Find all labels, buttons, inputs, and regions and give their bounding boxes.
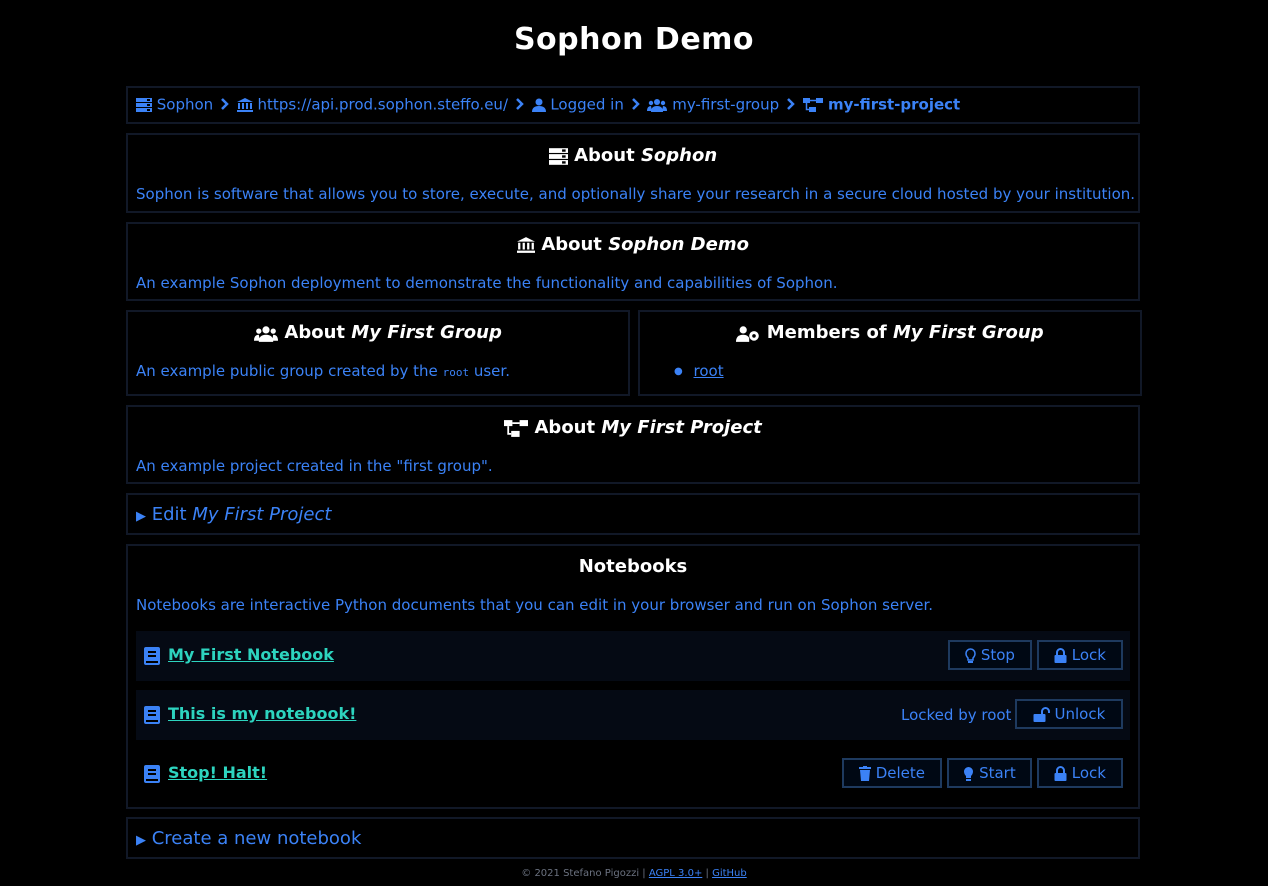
about-group-panel: About My First Group An example public g… <box>126 310 630 396</box>
server-icon <box>136 97 152 112</box>
delete-button[interactable]: Delete <box>842 758 942 788</box>
edit-project-label: ▶ Edit My First Project <box>136 504 332 525</box>
trash-icon <box>858 766 871 781</box>
group-icon <box>647 98 668 112</box>
about-sophon-panel: About Sophon Sophon is software that all… <box>126 133 1140 213</box>
book-icon <box>144 706 160 724</box>
page-title: Sophon Demo <box>513 22 755 57</box>
lock-icon <box>1054 648 1067 663</box>
about-group-description: An example public group created by the r… <box>136 362 510 380</box>
about-group-heading: About My First Group <box>128 322 628 343</box>
breadcrumb-item-project: my-first-project <box>802 95 960 114</box>
members-heading: Members of My First Group <box>640 322 1140 343</box>
breadcrumb-item-sophon[interactable]: Sophon <box>136 95 218 114</box>
chevron-right-icon <box>631 96 640 114</box>
institution-icon <box>236 97 253 112</box>
about-project-panel: About My First Project An example projec… <box>126 405 1140 484</box>
breadcrumb-item-group[interactable]: my-first-group <box>647 95 784 114</box>
member-link-root[interactable]: root <box>694 362 724 380</box>
list-bullet: ● <box>674 366 683 377</box>
notebooks-heading: Notebooks <box>578 556 688 577</box>
start-button[interactable]: Start <box>947 758 1032 788</box>
lock-button[interactable]: Lock <box>1037 758 1123 788</box>
notebooks-description: Notebooks are interactive Python documen… <box>136 596 934 614</box>
create-notebook-summary[interactable]: ▶ Create a new notebook <box>126 817 1140 859</box>
user-icon <box>531 98 546 112</box>
about-sophon-description: Sophon is software that allows you to st… <box>136 185 1136 203</box>
footer: © 2021 Stefano Pigozzi | AGPL 3.0+ | Git… <box>521 868 747 879</box>
chevron-right-icon <box>787 96 795 114</box>
members-list: ● root <box>674 362 724 380</box>
lightbulb-icon <box>964 766 974 781</box>
notebook-row: My First Notebook Stop Lock <box>136 631 1130 681</box>
notebook-row: Stop! Halt! Delete Start Lock <box>136 749 1130 799</box>
notebook-link[interactable]: This is my notebook! <box>168 704 356 723</box>
unlock-icon <box>1033 707 1050 722</box>
about-project-heading: About My First Project <box>128 417 1138 438</box>
members-panel: Members of My First Group ● root <box>638 310 1142 396</box>
disclosure-triangle-icon: ▶ <box>136 509 146 524</box>
book-icon <box>144 647 160 665</box>
license-link[interactable]: AGPL 3.0+ <box>649 868 702 879</box>
about-instance-description: An example Sophon deployment to demonstr… <box>136 274 838 292</box>
about-project-description: An example project created in the "first… <box>136 457 493 475</box>
breadcrumb-item-instance[interactable]: https://api.prod.sophon.steffo.eu/ <box>236 95 513 114</box>
about-instance-panel: About Sophon Demo An example Sophon depl… <box>126 222 1140 301</box>
stop-button[interactable]: Stop <box>948 640 1032 670</box>
locked-status: Locked by root <box>901 706 1012 724</box>
notebook-link[interactable]: My First Notebook <box>168 645 334 664</box>
notebooks-panel: Notebooks Notebooks are interactive Pyth… <box>126 544 1140 809</box>
unlock-button[interactable]: Unlock <box>1015 699 1123 729</box>
lock-icon <box>1054 766 1067 781</box>
lock-button[interactable]: Lock <box>1037 640 1123 670</box>
create-notebook-label: ▶ Create a new notebook <box>136 828 362 849</box>
book-icon <box>144 765 160 783</box>
about-instance-heading: About Sophon Demo <box>128 234 1138 255</box>
lightbulb-icon <box>965 647 976 663</box>
notebook-row: This is my notebook! Locked by root Unlo… <box>136 690 1130 740</box>
users-cog-icon <box>736 325 760 342</box>
chevron-right-icon <box>515 96 524 114</box>
breadcrumb: Sophon https://api.prod.sophon.steffo.eu… <box>136 95 960 114</box>
disclosure-triangle-icon: ▶ <box>136 833 146 848</box>
about-sophon-heading: About Sophon <box>128 145 1138 166</box>
github-link[interactable]: GitHub <box>712 868 747 879</box>
edit-project-summary[interactable]: ▶ Edit My First Project <box>126 493 1140 535</box>
project-icon <box>802 97 823 112</box>
project-icon <box>504 419 529 437</box>
chevron-right-icon <box>221 96 229 114</box>
breadcrumb-item-login[interactable]: Logged in <box>531 95 629 114</box>
institution-icon <box>517 237 536 253</box>
group-icon <box>254 325 279 342</box>
server-icon <box>548 147 568 165</box>
notebook-link[interactable]: Stop! Halt! <box>168 763 267 782</box>
